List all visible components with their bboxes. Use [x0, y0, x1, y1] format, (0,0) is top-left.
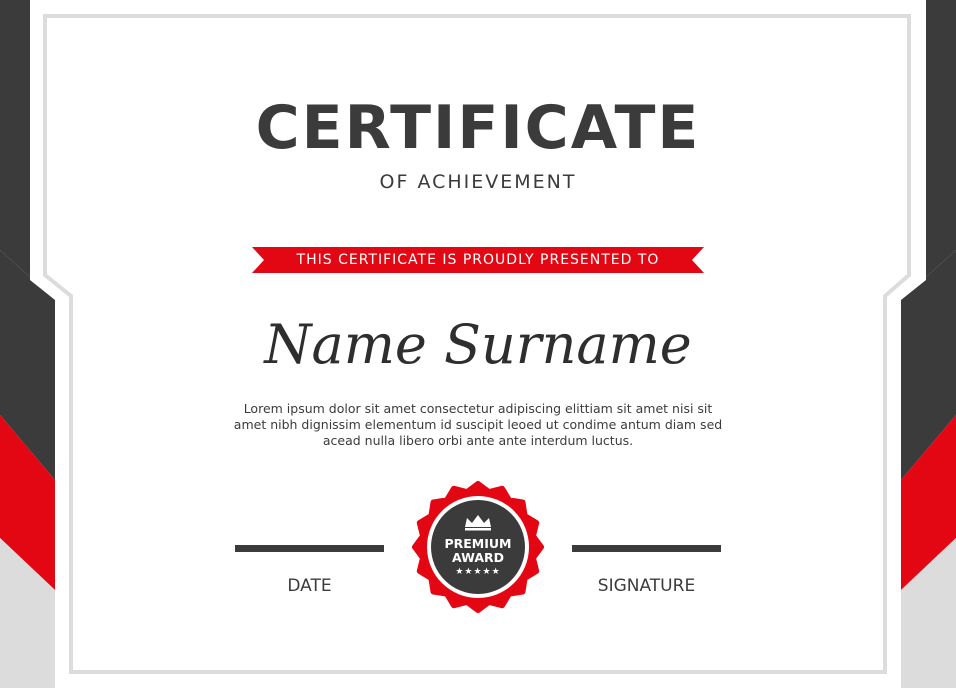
certificate-page: CERTIFICATE OF ACHIEVEMENT THIS CERTIFIC…	[0, 0, 956, 688]
certificate-title: CERTIFICATE	[255, 93, 701, 163]
description-line: acead nulla libero orbi ante ante interd…	[322, 433, 634, 448]
seal-line-premium: PREMIUM	[444, 536, 512, 551]
presented-to-text: THIS CERTIFICATE IS PROUDLY PRESENTED TO	[296, 252, 660, 268]
seal-line-award: AWARD	[451, 550, 504, 565]
crown-base	[465, 528, 491, 531]
signature-label: SIGNATURE	[597, 576, 696, 596]
recipient-name: Name Surname	[264, 313, 692, 376]
description-line: Lorem ipsum dolor sit amet consectetur a…	[243, 401, 713, 416]
description-line: amet nibh dignissim elementum id suscipi…	[233, 417, 723, 432]
date-line	[235, 545, 384, 552]
signature-line	[572, 545, 721, 552]
certificate-subtitle: OF ACHIEVEMENT	[379, 171, 577, 193]
seal-stars: ★★★★★	[455, 567, 501, 577]
date-label: DATE	[287, 576, 332, 596]
certificate-description: Lorem ipsum dolor sit amet consectetur a…	[218, 401, 738, 449]
